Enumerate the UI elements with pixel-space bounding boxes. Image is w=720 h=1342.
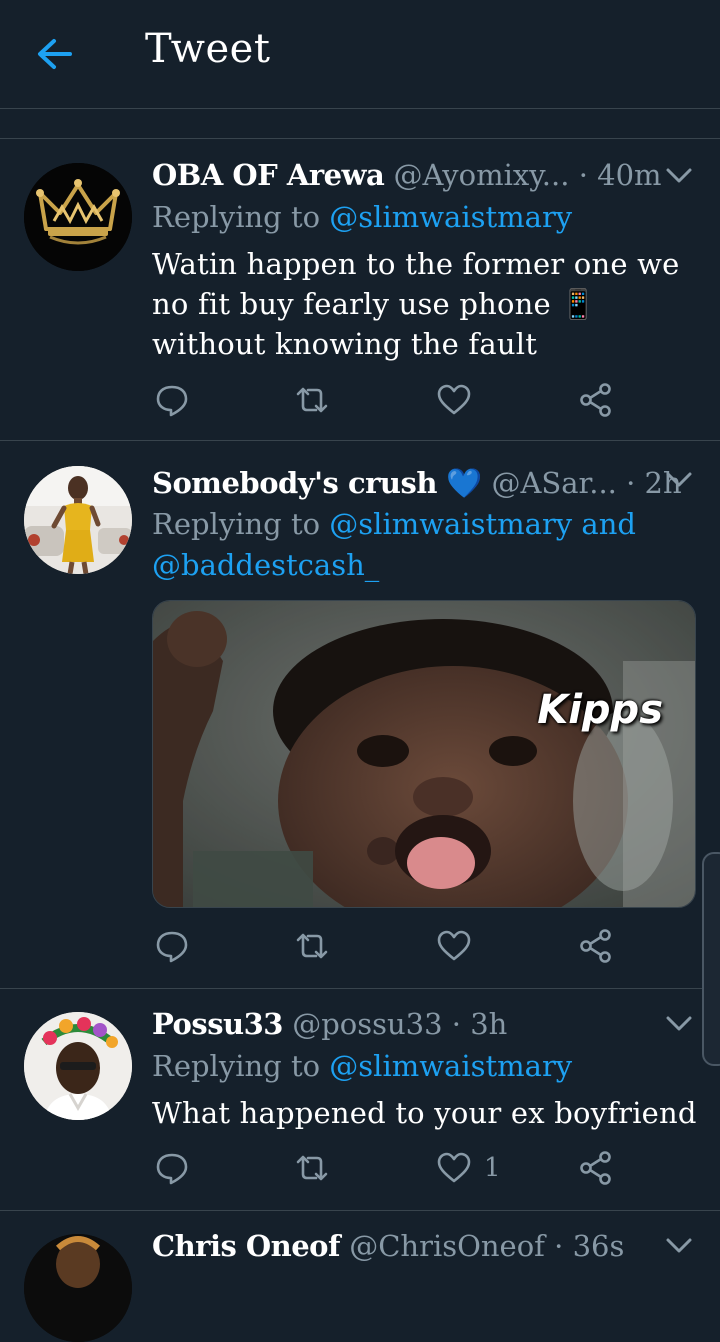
replying-to: Replying to @slimwaistmary and [152,504,700,545]
tweet-header: Possu33 @possu33 · 3h [152,1004,660,1044]
crown-avatar-image [24,163,132,271]
retweet-button[interactable] [294,380,330,420]
tweet-text: Watin happen to the former one we no fit… [152,244,698,364]
avatar[interactable] [24,1234,132,1342]
tweet-text-part: Watin happen to the former one we no fit… [152,247,680,321]
retweet-icon [296,1155,328,1181]
tweet-actions: 1 [152,1148,632,1188]
reply-icon [156,1153,188,1185]
mention-link[interactable]: @slimwaistmary [329,200,572,234]
mention-link[interactable]: @baddestcash_ [152,548,379,582]
baby-meme-photo [153,601,695,907]
replying-to-continued: @baddestcash_ [152,545,700,586]
retweet-icon [296,933,328,959]
share-button[interactable] [578,1148,614,1188]
tweet-actions [152,926,632,966]
like-icon [437,384,471,415]
tweet-header: Somebody's crush 💙 @ASar... · 2h [152,463,682,503]
profile-photo [24,1234,132,1342]
arrow-left-icon [38,39,72,69]
blue-heart-emoji: 💙 [446,466,483,500]
replying-to-label: Replying to [152,200,321,234]
retweet-icon [296,387,328,413]
share-button[interactable] [578,926,614,966]
meme-caption: Kipps [537,687,663,733]
reply-button[interactable] [154,380,190,420]
chevron-down-icon[interactable] [664,1012,694,1036]
like-button[interactable] [436,380,484,420]
replying-to-label: Replying to [152,507,321,541]
divider [0,138,720,139]
chevron-down-icon[interactable] [664,468,694,492]
divider [0,988,720,989]
tweet-header: OBA OF Arewa @Ayomixy... · 40m [152,155,662,195]
back-button[interactable] [30,32,78,76]
replying-to: Replying to @slimwaistmary [152,197,700,238]
share-icon [580,383,611,417]
separator: · [578,158,588,192]
like-count: 1 [484,1153,501,1183]
like-icon [437,1152,471,1183]
like-button[interactable] [436,926,484,966]
reply-button[interactable] [154,1148,190,1188]
like-button[interactable]: 1 [436,1148,501,1188]
display-name[interactable]: Possu33 [152,1007,283,1041]
top-app-bar: Tweet [0,0,720,109]
separator: · [451,1007,461,1041]
chevron-down-icon[interactable] [664,1234,694,1258]
tweet-text-part: without knowing the fault [152,327,538,361]
phone-emoji: 📱 [560,287,597,321]
avatar[interactable] [24,466,132,574]
share-icon [580,929,611,963]
retweet-button[interactable] [294,1148,330,1188]
handle[interactable]: @possu33 [292,1007,442,1041]
avatar[interactable] [24,163,132,271]
display-name[interactable]: Somebody's crush [152,466,437,500]
tweet-media-image[interactable]: Kipps [152,600,696,908]
share-icon [580,1151,611,1185]
mention-conjunction: and [581,507,636,541]
mention-link[interactable]: @slimwaistmary [329,1049,572,1083]
handle[interactable]: @ASar... [491,466,616,500]
profile-photo [24,466,132,574]
retweet-button[interactable] [294,926,330,966]
like-icon [437,930,471,961]
chevron-down-icon[interactable] [664,164,694,188]
reply-button[interactable] [154,926,190,966]
tweet-actions [152,380,632,420]
profile-photo [24,1012,132,1120]
page-title: Tweet [145,26,271,72]
reply-icon [156,385,188,417]
timestamp[interactable]: 3h [470,1007,507,1041]
divider [0,440,720,441]
reply-icon [156,931,188,963]
avatar[interactable] [24,1012,132,1120]
replying-to-label: Replying to [152,1049,321,1083]
tweet-header: Chris Oneof @ChrisOneof · 36s [152,1226,660,1266]
mention-link[interactable]: @slimwaistmary [329,507,572,541]
divider [0,1210,720,1211]
replying-to: Replying to @slimwaistmary [152,1046,700,1087]
display-name[interactable]: OBA OF Arewa [152,158,385,192]
scrollbar-thumb[interactable] [702,852,720,1066]
share-button[interactable] [578,380,614,420]
timestamp[interactable]: 40m [597,158,661,192]
separator: · [626,466,636,500]
handle[interactable]: @Ayomixy... [394,158,570,192]
tweet-text: What happened to your ex boyfriend [152,1096,697,1130]
